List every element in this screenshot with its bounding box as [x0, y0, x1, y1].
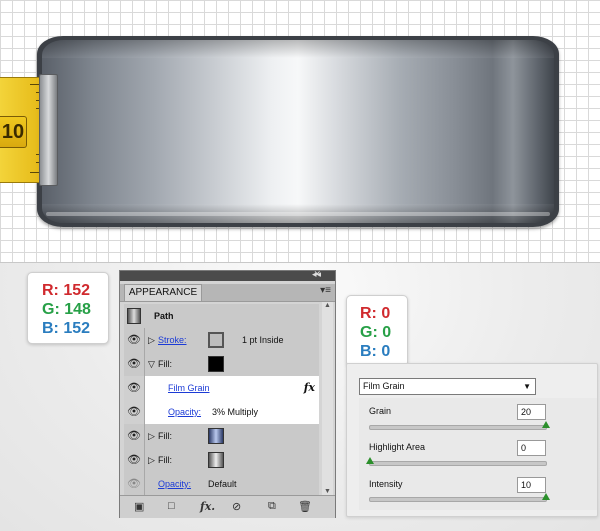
row-fill-opacity[interactable]: 👁 Opacity: 3% Multiply [124, 400, 319, 425]
film-grain-dialog: Film Grain ▼ Grain 20 Highlight Area 0 I… [346, 363, 598, 517]
red-value: R: 152 [42, 282, 91, 299]
metal-shape-top-shade [42, 40, 554, 58]
fill-label: Fill: [158, 431, 172, 441]
highlight-area-label: Highlight Area [369, 442, 426, 452]
row-fill-gradient-grey[interactable]: 👁 ▷ Fill: [124, 448, 319, 473]
stroke-swatch[interactable] [208, 332, 224, 348]
row-object-opacity[interactable]: 👁 Opacity: Default [124, 472, 319, 496]
tape-number: 10 [0, 116, 27, 148]
highlight-area-slider[interactable] [366, 457, 547, 466]
row-path[interactable]: Path [124, 304, 319, 329]
grain-slider[interactable] [369, 421, 550, 430]
fill-label: Fill: [158, 359, 172, 369]
add-effect-icon[interactable]: fx. [200, 500, 215, 513]
green-value: G: 148 [42, 301, 91, 318]
stroke-value: 1 pt Inside [242, 335, 284, 345]
metal-shape-highlight-band [46, 212, 550, 216]
grain-input[interactable]: 20 [517, 404, 546, 420]
collapse-triangle-icon[interactable]: ▽ [148, 352, 155, 376]
row-stroke[interactable]: 👁 ▷ Stroke: 1 pt Inside [124, 328, 319, 353]
panel-scrollbar[interactable]: ▲ ▼ [322, 302, 333, 495]
clear-appearance-icon[interactable]: ⊘ [232, 500, 241, 513]
eye-icon[interactable]: 👁 [124, 352, 145, 376]
eye-icon[interactable]: 👁 [124, 424, 145, 448]
film-grain-link[interactable]: Film Grain [168, 376, 210, 400]
fill-swatch-black[interactable] [208, 356, 224, 372]
row-film-grain[interactable]: 👁 Film Grain fx [124, 376, 319, 401]
appearance-panel: ◂◂ ✕ APPEARANCE ▾≡ Path 👁 ▷ Stroke: 1 pt… [119, 269, 336, 518]
highlight-area-slider-thumb[interactable] [366, 457, 374, 464]
row-fill-gradient-blue[interactable]: 👁 ▷ Fill: [124, 424, 319, 449]
chevron-down-icon[interactable]: ▼ [523, 379, 531, 394]
intensity-label: Intensity [369, 479, 403, 489]
eye-icon[interactable]: 👁 [124, 376, 145, 400]
film-grain-options: Grain 20 Highlight Area 0 Intensity 10 [359, 398, 597, 510]
scroll-up-icon[interactable]: ▲ [324, 302, 331, 309]
path-label: Path [154, 311, 174, 321]
color-badge-grey: R: 152 G: 148 B: 152 [27, 272, 109, 344]
fill-label: Fill: [158, 455, 172, 465]
metal-shape[interactable] [42, 40, 554, 223]
tab-appearance[interactable]: APPEARANCE [124, 284, 202, 301]
opacity-link[interactable]: Opacity: [168, 400, 201, 424]
add-stroke-icon[interactable]: ▣ [134, 500, 144, 513]
eye-icon[interactable]: 👁 [124, 400, 145, 424]
color-badge-black: R: 0 G: 0 B: 0 [346, 295, 408, 367]
expand-triangle-icon[interactable]: ▷ [148, 448, 155, 472]
add-fill-icon[interactable]: □ [168, 500, 175, 512]
green-value: G: 0 [360, 324, 392, 341]
red-value: R: 0 [360, 305, 391, 322]
blue-value: B: 0 [360, 343, 391, 360]
blue-value: B: 152 [42, 320, 91, 337]
expand-triangle-icon[interactable]: ▷ [148, 424, 155, 448]
fx-icon[interactable]: fx [304, 376, 315, 400]
eye-icon[interactable]: 👁 [124, 448, 145, 472]
scroll-down-icon[interactable]: ▼ [324, 488, 331, 495]
row-fill-black[interactable]: 👁 ▽ Fill: [124, 352, 319, 377]
grain-slider-thumb[interactable] [542, 421, 550, 428]
highlight-area-input[interactable]: 0 [517, 440, 546, 456]
panel-title-bar: ◂◂ ✕ [120, 269, 335, 281]
intensity-slider[interactable] [369, 493, 550, 502]
intensity-slider-thumb[interactable] [542, 493, 550, 500]
fill-swatch-gradient-grey[interactable] [208, 452, 224, 468]
duplicate-item-icon[interactable]: ⧉ [268, 500, 276, 513]
stroke-link[interactable]: Stroke: [158, 328, 187, 352]
fill-swatch-gradient-blue[interactable] [208, 428, 224, 444]
opacity-link[interactable]: Opacity: [158, 472, 191, 496]
filter-select[interactable]: Film Grain ▼ [359, 378, 536, 395]
close-icon[interactable]: ✕ [313, 269, 321, 280]
expand-triangle-icon[interactable]: ▷ [148, 328, 155, 352]
panel-bottom-toolbar: ▣ □ fx. ⊘ ⧉ 🗑 [120, 495, 335, 518]
opacity-value: Default [208, 479, 237, 489]
grain-label: Grain [369, 406, 392, 416]
trash-icon[interactable]: 🗑 [298, 500, 312, 513]
panel-menu-icon[interactable]: ▾≡ [320, 285, 331, 296]
eye-icon[interactable]: 👁 [124, 328, 145, 352]
eye-icon[interactable]: 👁 [124, 472, 145, 496]
intensity-input[interactable]: 10 [517, 477, 546, 493]
filter-select-value: Film Grain [363, 381, 405, 391]
path-thumbnail-icon [127, 308, 141, 324]
opacity-value: 3% Multiply [212, 407, 259, 417]
tape-metal-tab [39, 74, 58, 186]
